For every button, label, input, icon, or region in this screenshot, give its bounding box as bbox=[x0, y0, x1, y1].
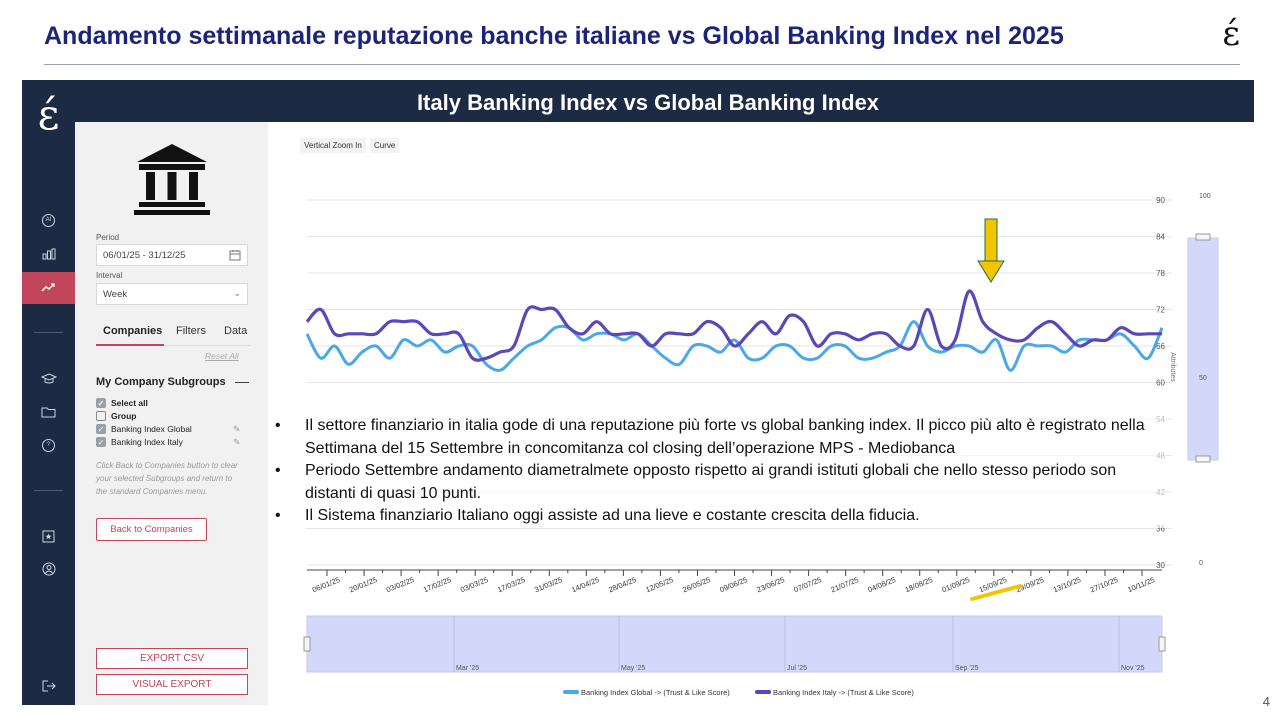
series-line-italy bbox=[305, 289, 1162, 362]
x-tick-label: 17/03/25 bbox=[496, 575, 526, 594]
navigator-label: Nov '25 bbox=[1121, 665, 1145, 672]
peak-arrow-icon bbox=[977, 218, 1005, 283]
bullet-item: Il settore finanziario in italia gode di… bbox=[275, 415, 1165, 460]
x-tick-label: 18/08/25 bbox=[904, 575, 934, 594]
navigator-label: Mar '25 bbox=[456, 665, 479, 672]
highlight-mark bbox=[970, 584, 1022, 601]
x-tick-label: 12/05/25 bbox=[644, 575, 674, 594]
navigator-label: Sep '25 bbox=[955, 665, 979, 672]
slide-title: Andamento settimanale reputazione banche… bbox=[44, 22, 1064, 50]
page-number: 4 bbox=[1262, 694, 1270, 709]
bullet-item: Il Sistema finanziario Italiano oggi ass… bbox=[275, 505, 1165, 528]
slider-tick-label: 50 bbox=[1199, 375, 1207, 382]
legend-label: Banking Index Global -> (Trust & Like Sc… bbox=[581, 688, 730, 697]
commentary: Il settore finanziario in italia gode di… bbox=[275, 415, 1165, 528]
x-tick-label: 23/06/25 bbox=[755, 575, 785, 594]
x-tick-label: 13/10/25 bbox=[1052, 575, 1082, 594]
x-tick-label: 09/06/25 bbox=[718, 575, 748, 594]
line-chart: 9084787266605448423630Attributes10050006… bbox=[303, 193, 1219, 697]
navigator-handle bbox=[1158, 636, 1166, 652]
bullet-item: Periodo Settembre andamento diametralmet… bbox=[275, 460, 1165, 505]
x-tick-label: 14/04/25 bbox=[570, 575, 600, 594]
slider-handle bbox=[1195, 455, 1211, 463]
slider-handle bbox=[1195, 233, 1211, 241]
navigator-handle bbox=[303, 636, 311, 652]
x-tick-label: 26/05/25 bbox=[681, 575, 711, 594]
y-tick-label: 60 bbox=[1156, 379, 1165, 388]
title-divider bbox=[44, 64, 1240, 65]
x-tick-label: 06/01/25 bbox=[311, 575, 341, 594]
x-tick-label: 01/09/25 bbox=[941, 575, 971, 594]
y-axis-label: Attributes bbox=[1169, 352, 1176, 382]
x-tick-label: 10/11/25 bbox=[1126, 575, 1156, 594]
x-tick-label: 03/02/25 bbox=[385, 575, 415, 594]
brand-logo: έ bbox=[1222, 14, 1240, 54]
x-tick-label: 17/02/25 bbox=[422, 575, 452, 594]
x-tick-label: 21/07/25 bbox=[829, 575, 859, 594]
screenshot-frame: Italy Banking Index vs Global Banking In… bbox=[22, 80, 1254, 705]
x-tick-label: 28/04/25 bbox=[607, 575, 637, 594]
slider-tick-label: 0 bbox=[1199, 560, 1203, 567]
y-tick-label: 30 bbox=[1156, 561, 1165, 570]
range-navigator bbox=[306, 615, 1163, 673]
legend-label: Banking Index Italy -> (Trust & Like Sco… bbox=[773, 688, 914, 697]
x-tick-label: 07/07/25 bbox=[792, 575, 822, 594]
navigator-label: May '25 bbox=[621, 665, 645, 672]
y-tick-label: 90 bbox=[1156, 196, 1165, 205]
slider-tick-label: 100 bbox=[1199, 193, 1211, 200]
x-tick-label: 27/10/25 bbox=[1089, 575, 1119, 594]
x-tick-label: 20/01/25 bbox=[348, 575, 378, 594]
y-tick-label: 78 bbox=[1156, 269, 1165, 278]
x-tick-label: 31/03/25 bbox=[533, 575, 563, 594]
x-tick-label: 03/03/25 bbox=[459, 575, 489, 594]
y-tick-label: 84 bbox=[1156, 233, 1165, 242]
navigator-label: Jul '25 bbox=[787, 665, 807, 672]
y-tick-label: 72 bbox=[1156, 306, 1165, 315]
vertical-zoom-slider bbox=[1187, 237, 1219, 461]
x-tick-label: 04/08/25 bbox=[867, 575, 897, 594]
